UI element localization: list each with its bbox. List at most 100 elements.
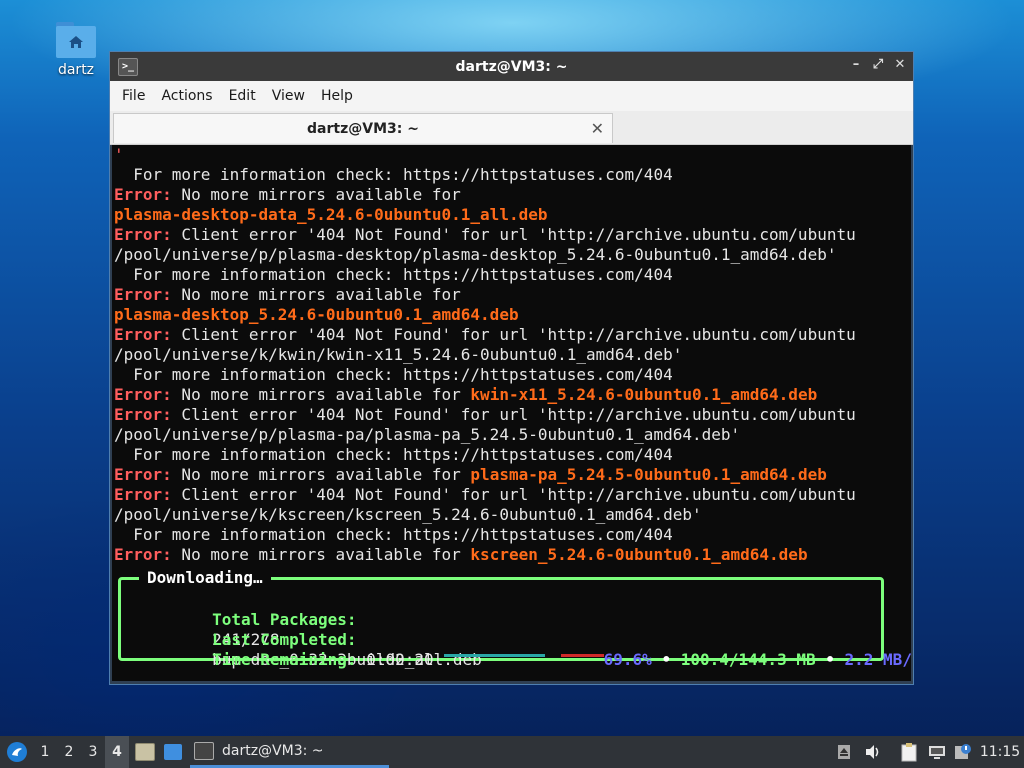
terminal-text: Client error '404 Not Found' for url 'ht… xyxy=(171,225,856,244)
terminal-line: plasma-desktop_5.24.6-0ubuntu0.1_amd64.d… xyxy=(114,305,911,325)
terminal-line: /pool/universe/p/plasma-desktop/plasma-d… xyxy=(114,245,911,265)
progress-bar-remaining xyxy=(560,654,604,657)
menubar: File Actions Edit View Help xyxy=(110,81,913,111)
terminal-line: plasma-desktop-data_5.24.6-0ubuntu0.1_al… xyxy=(114,205,911,225)
terminal-text: /pool/universe/k/kscreen/kscreen_5.24.6-… xyxy=(114,505,702,524)
update-notifier-icon[interactable] xyxy=(952,736,974,768)
separator: • xyxy=(661,650,672,669)
terminal-text: /pool/universe/p/plasma-desktop/plasma-d… xyxy=(114,245,837,264)
tab-close-icon[interactable]: ✕ xyxy=(591,119,604,138)
terminal-line: For more information check: https://http… xyxy=(114,365,911,385)
terminal-line: Error: Client error '404 Not Found' for … xyxy=(114,485,911,505)
progress-percent: 69.6% xyxy=(603,650,652,669)
terminal-line: For more information check: https://http… xyxy=(114,265,911,285)
terminal-line: Error: No more mirrors available for xyxy=(114,185,911,205)
terminal-line: Error: Client error '404 Not Found' for … xyxy=(114,325,911,345)
terminal-line: Error: Client error '404 Not Found' for … xyxy=(114,225,911,245)
terminal-window: >_ dartz@VM3: ~ – ⤢ ✕ File Actions Edit … xyxy=(110,52,913,684)
menu-actions[interactable]: Actions xyxy=(157,88,224,104)
terminal-text: For more information check: https://http… xyxy=(114,525,673,544)
task-label: dartz@VM3: ~ xyxy=(222,742,324,759)
progress-bar-filled xyxy=(443,654,545,657)
tab-terminal[interactable]: dartz@VM3: ~ ✕ xyxy=(113,113,613,143)
file-manager-icon xyxy=(135,743,155,761)
terminal-text: No more mirrors available for xyxy=(171,285,461,304)
package-name: plasma-desktop_5.24.6-0ubuntu0.1_amd64.d… xyxy=(114,305,519,324)
download-title: Downloading… xyxy=(139,568,271,588)
download-progress-panel: Downloading… Total Packages: 241/278 Las… xyxy=(118,568,911,669)
eject-icon[interactable] xyxy=(834,736,854,768)
terminal-text: For more information check: https://http… xyxy=(114,445,673,464)
tab-bar: dartz@VM3: ~ ✕ xyxy=(110,111,913,145)
separator: • xyxy=(825,650,835,669)
terminal-line: For more information check: https://http… xyxy=(114,165,911,185)
volume-icon[interactable] xyxy=(862,736,884,768)
error-prefix: Error: xyxy=(114,545,172,564)
terminal-text: No more mirrors available for xyxy=(171,545,471,564)
maximize-button[interactable]: ⤢ xyxy=(871,57,885,72)
terminal-line: /pool/universe/k/kwin/kwin-x11_5.24.6-0u… xyxy=(114,345,911,365)
taskbar: 1 2 3 4 dartz@VM3: ~ 11:15 xyxy=(0,736,1024,768)
terminal-text: Client error '404 Not Found' for url 'ht… xyxy=(171,485,856,504)
terminal-line: /pool/universe/p/plasma-pa/plasma-pa_5.2… xyxy=(114,425,911,445)
terminal-line: ' xyxy=(114,145,124,164)
menu-help[interactable]: Help xyxy=(317,88,365,104)
desktop-home-folder[interactable]: dartz xyxy=(48,22,104,78)
terminal-line: Error: No more mirrors available for kwi… xyxy=(114,385,911,405)
time-remaining-label: Time Remaining: xyxy=(212,650,357,669)
close-button[interactable]: ✕ xyxy=(893,57,907,72)
error-prefix: Error: xyxy=(114,465,172,484)
clipboard-icon[interactable] xyxy=(898,736,920,768)
terminal-icon xyxy=(194,741,214,760)
error-prefix: Error: xyxy=(114,405,172,424)
terminal-line: For more information check: https://http… xyxy=(114,445,911,465)
file-manager-launcher[interactable] xyxy=(133,736,157,768)
taskbar-task-terminal[interactable]: dartz@VM3: ~ xyxy=(190,736,389,768)
show-desktop-launcher[interactable] xyxy=(161,736,185,768)
package-name: kwin-x11_5.24.6-0ubuntu0.1_amd64.deb xyxy=(470,385,818,404)
lubuntu-logo-icon xyxy=(7,742,27,762)
download-speed: 2.2 MB/s xyxy=(844,650,911,669)
package-name: plasma-desktop-data_5.24.6-0ubuntu0.1_al… xyxy=(114,205,548,224)
download-size: 100.4/144.3 MB xyxy=(680,650,816,669)
package-name: kscreen_5.24.6-0ubuntu0.1_amd64.deb xyxy=(470,545,808,564)
workspace-2[interactable]: 2 xyxy=(57,736,81,768)
terminal-text: Client error '404 Not Found' for url 'ht… xyxy=(171,325,856,344)
terminal-text: For more information check: https://http… xyxy=(114,165,673,184)
terminal-icon: >_ xyxy=(118,58,138,76)
home-folder-icon xyxy=(56,22,96,58)
workspace-4[interactable]: 4 xyxy=(105,736,129,768)
menu-view[interactable]: View xyxy=(268,88,317,104)
package-name: plasma-pa_5.24.5-0ubuntu0.1_amd64.deb xyxy=(470,465,827,484)
terminal-text: /pool/universe/k/kwin/kwin-x11_5.24.6-0u… xyxy=(114,345,683,364)
error-prefix: Error: xyxy=(114,325,172,344)
error-prefix: Error: xyxy=(114,485,172,504)
progress-bar xyxy=(434,650,604,670)
terminal-text: Client error '404 Not Found' for url 'ht… xyxy=(171,405,856,424)
network-icon[interactable] xyxy=(926,736,948,768)
terminal-text: /pool/universe/p/plasma-pa/plasma-pa_5.2… xyxy=(114,425,741,444)
time-remaining-value: 0:00:20 xyxy=(366,650,434,669)
terminal-line: For more information check: https://http… xyxy=(114,525,911,545)
error-prefix: Error: xyxy=(114,385,172,404)
error-prefix: Error: xyxy=(114,225,172,244)
terminal-text: For more information check: https://http… xyxy=(114,265,673,284)
terminal-text: No more mirrors available for xyxy=(171,385,471,404)
minimize-button[interactable]: – xyxy=(849,57,863,72)
error-prefix: Error: xyxy=(114,285,172,304)
terminal-text: No more mirrors available for xyxy=(171,465,471,484)
window-titlebar[interactable]: >_ dartz@VM3: ~ – ⤢ ✕ xyxy=(110,52,913,81)
terminal-output[interactable]: ' For more information check: https://ht… xyxy=(112,145,911,681)
workspace-3[interactable]: 3 xyxy=(81,736,105,768)
terminal-line: Error: No more mirrors available for pla… xyxy=(114,465,911,485)
terminal-text: For more information check: https://http… xyxy=(114,365,673,384)
menu-edit[interactable]: Edit xyxy=(225,88,268,104)
desktop-icon xyxy=(164,744,182,760)
folder-label: dartz xyxy=(57,62,95,78)
menu-file[interactable]: File xyxy=(118,88,157,104)
tab-label: dartz@VM3: ~ xyxy=(307,120,419,137)
clock[interactable]: 11:15 xyxy=(980,736,1020,768)
workspace-1[interactable]: 1 xyxy=(33,736,57,768)
app-menu-button[interactable] xyxy=(4,736,30,768)
terminal-line: Error: No more mirrors available for ksc… xyxy=(114,545,911,565)
